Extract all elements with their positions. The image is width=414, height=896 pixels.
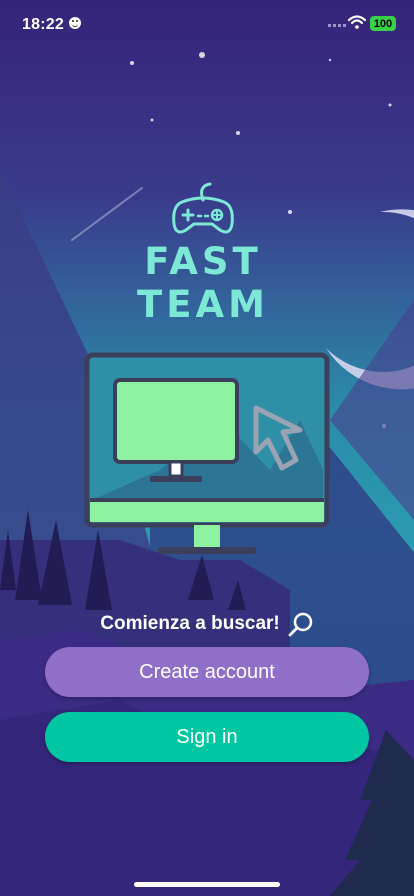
gamepad-icon	[172, 182, 234, 234]
wifi-icon	[348, 15, 366, 29]
smiley-icon	[69, 17, 81, 29]
app-logo: FAST TEAM	[78, 180, 328, 326]
status-time: 18:22	[22, 16, 64, 33]
sign-in-button[interactable]: Sign in	[45, 712, 369, 762]
cellular-signal-icon	[328, 24, 346, 27]
status-bar: 18:22 100	[0, 0, 414, 48]
tagline-text: Comienza a buscar!	[100, 613, 280, 634]
create-account-button[interactable]: Create account	[45, 647, 369, 697]
home-indicator[interactable]	[134, 882, 280, 887]
search-icon	[288, 612, 312, 637]
tagline-row: Comienza a buscar!	[0, 609, 414, 639]
battery-indicator: 100	[370, 16, 396, 31]
app-title: FAST TEAM	[137, 240, 269, 326]
